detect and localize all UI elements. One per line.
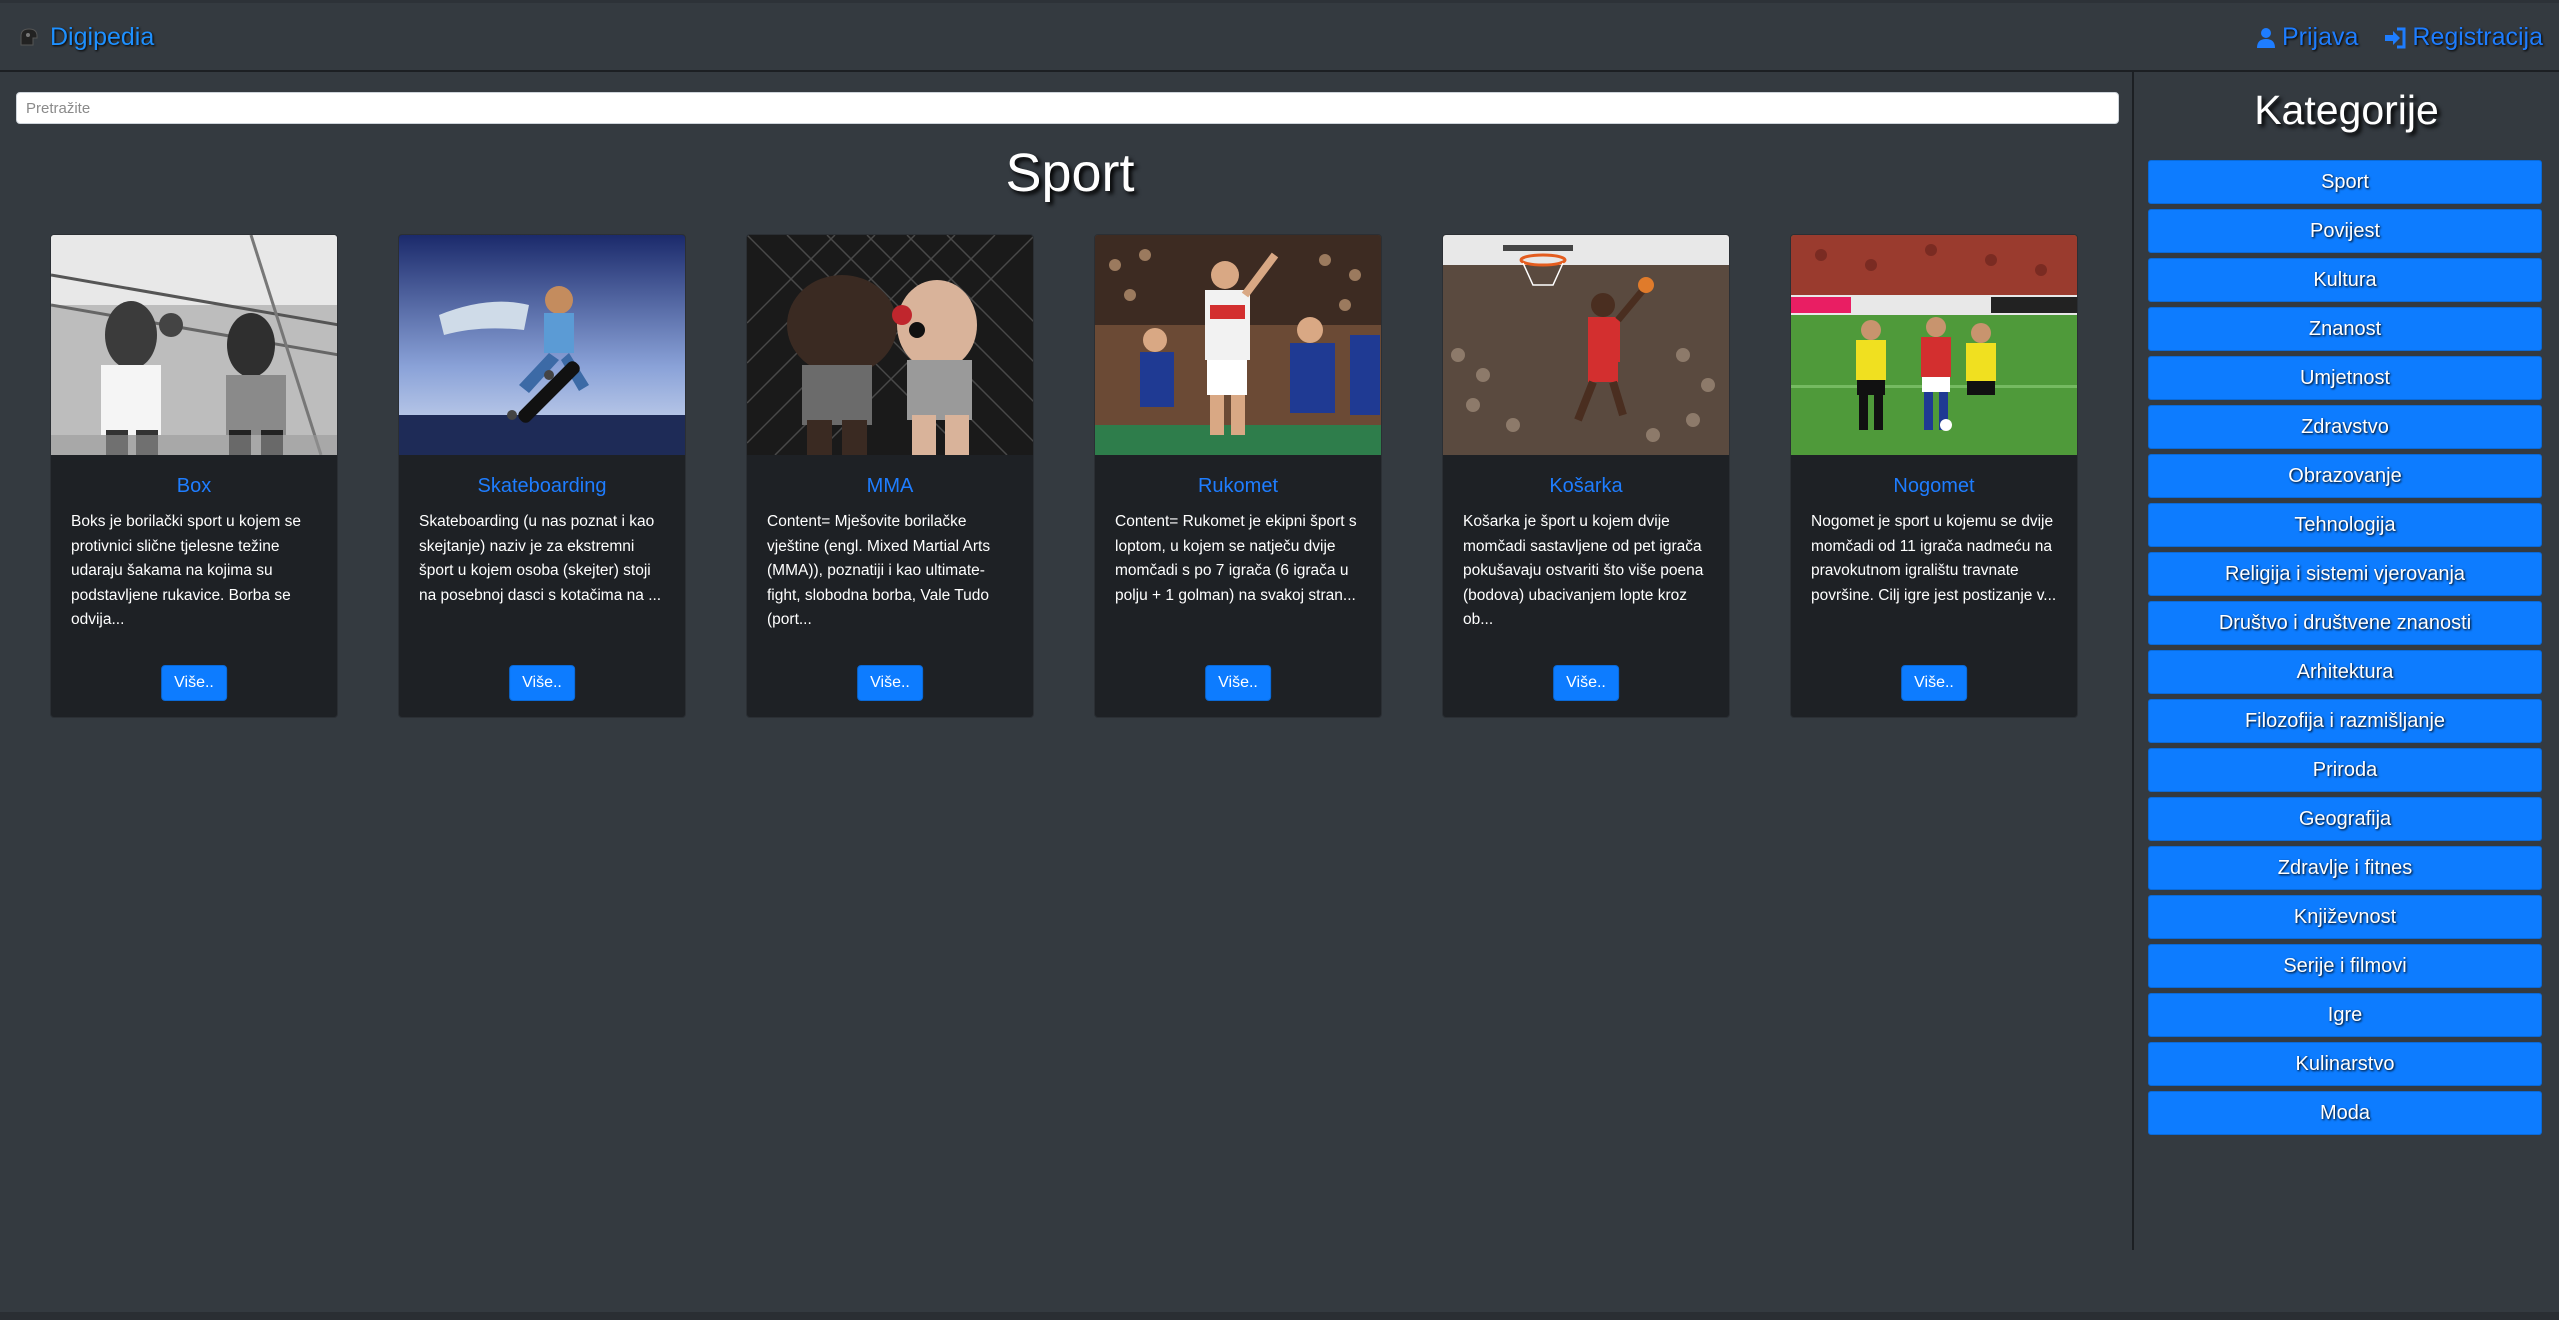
more-button[interactable]: Više.. (161, 665, 227, 701)
register-label: Registracija (2412, 23, 2543, 51)
card-text: Boks je borilački sport u kojem se proti… (71, 513, 302, 628)
article-card: Box Boks je borilački sport u kojem se p… (50, 234, 338, 718)
more-button[interactable]: Više.. (1553, 665, 1619, 701)
category-button-igre[interactable]: Igre (2148, 993, 2542, 1037)
card-image-nogomet (1791, 235, 2077, 455)
category-button-zdravlje[interactable]: Zdravlje i fitnes (2148, 846, 2542, 890)
card-title[interactable]: Rukomet (1095, 475, 1381, 498)
card-image-rukomet (1095, 235, 1381, 455)
category-button-filozofija[interactable]: Filozofija i razmišljanje (2148, 699, 2542, 743)
article-card: Nogomet Nogomet je sport u kojemu se dvi… (1790, 234, 2078, 718)
article-card: Skateboarding Skateboarding (u nas pozna… (398, 234, 686, 718)
sidebar-title: Kategorije (2254, 87, 2439, 133)
article-card: Rukomet Content= Rukomet je ekipni šport… (1094, 234, 1382, 718)
sign-in-icon (2385, 27, 2406, 48)
category-button-obrazovanje[interactable]: Obrazovanje (2148, 454, 2542, 498)
category-button-serije[interactable]: Serije i filmovi (2148, 944, 2542, 988)
category-list: Sport Povijest Kultura Znanost Umjetnost… (2148, 160, 2542, 1140)
category-button-arhitektura[interactable]: Arhitektura (2148, 650, 2542, 694)
category-button-knjizevnost[interactable]: Književnost (2148, 895, 2542, 939)
more-button[interactable]: Više.. (1205, 665, 1271, 701)
card-text: Nogomet je sport u kojemu se dvije momča… (1811, 513, 2057, 604)
page-title: Sport (1005, 143, 1135, 203)
nav-right: Prijava Registracija (2256, 23, 2543, 52)
bottom-bar (0, 1312, 2559, 1320)
card-list: Box Boks je borilački sport u kojem se p… (50, 234, 2078, 718)
card-title[interactable]: Box (51, 475, 337, 498)
category-button-zdravstvo[interactable]: Zdravstvo (2148, 405, 2542, 449)
navbar: Digipedia Prijava Registracija (0, 0, 2559, 72)
category-button-religija[interactable]: Religija i sistemi vjerovanja (2148, 552, 2542, 596)
category-button-kulinarstvo[interactable]: Kulinarstvo (2148, 1042, 2542, 1086)
card-text: Košarka je šport u kojem dvije momčadi s… (1463, 513, 1704, 628)
card-title[interactable]: Košarka (1443, 475, 1729, 498)
card-text: Content= Mješovite borilačke vještine (e… (767, 513, 991, 628)
card-image-kosarka (1443, 235, 1729, 455)
brand-link[interactable]: Digipedia (16, 23, 154, 52)
category-button-drustvo[interactable]: Društvo i društvene znanosti (2148, 601, 2542, 645)
card-title[interactable]: Nogomet (1791, 475, 2077, 498)
brand-name: Digipedia (50, 23, 155, 51)
card-image-mma (747, 235, 1033, 455)
category-button-kultura[interactable]: Kultura (2148, 258, 2542, 302)
search-input[interactable] (16, 92, 2119, 124)
category-button-tehnologija[interactable]: Tehnologija (2148, 503, 2542, 547)
login-label: Prijava (2281, 23, 2359, 51)
more-button[interactable]: Više.. (509, 665, 575, 701)
sidebar: Kategorije Sport Povijest Kultura Znanos… (2134, 72, 2559, 1252)
main-content: Sport Box Boks je borilač (0, 72, 2132, 1252)
register-link[interactable]: Registracija (2384, 23, 2543, 52)
card-image-skateboarding (399, 235, 685, 455)
card-image-box (51, 235, 337, 455)
user-icon (2256, 27, 2275, 48)
card-text: Skateboarding (u nas poznat i kao skejta… (419, 513, 662, 604)
logo-icon (20, 27, 38, 45)
category-button-geografija[interactable]: Geografija (2148, 797, 2542, 841)
category-button-umjetnost[interactable]: Umjetnost (2148, 356, 2542, 400)
card-title[interactable]: Skateboarding (399, 475, 685, 498)
more-button[interactable]: Više.. (857, 665, 923, 701)
login-link[interactable]: Prijava (2256, 23, 2358, 52)
article-card: MMA Content= Mješovite borilačke vještin… (746, 234, 1034, 718)
article-card: Košarka Košarka je šport u kojem dvije m… (1442, 234, 1730, 718)
category-button-povijest[interactable]: Povijest (2148, 209, 2542, 253)
category-button-znanost[interactable]: Znanost (2148, 307, 2542, 351)
category-button-priroda[interactable]: Priroda (2148, 748, 2542, 792)
category-button-sport[interactable]: Sport (2148, 160, 2542, 204)
category-button-moda[interactable]: Moda (2148, 1091, 2542, 1135)
more-button[interactable]: Više.. (1901, 665, 1967, 701)
card-title[interactable]: MMA (747, 475, 1033, 498)
card-text: Content= Rukomet je ekipni šport s lopto… (1115, 513, 1357, 604)
